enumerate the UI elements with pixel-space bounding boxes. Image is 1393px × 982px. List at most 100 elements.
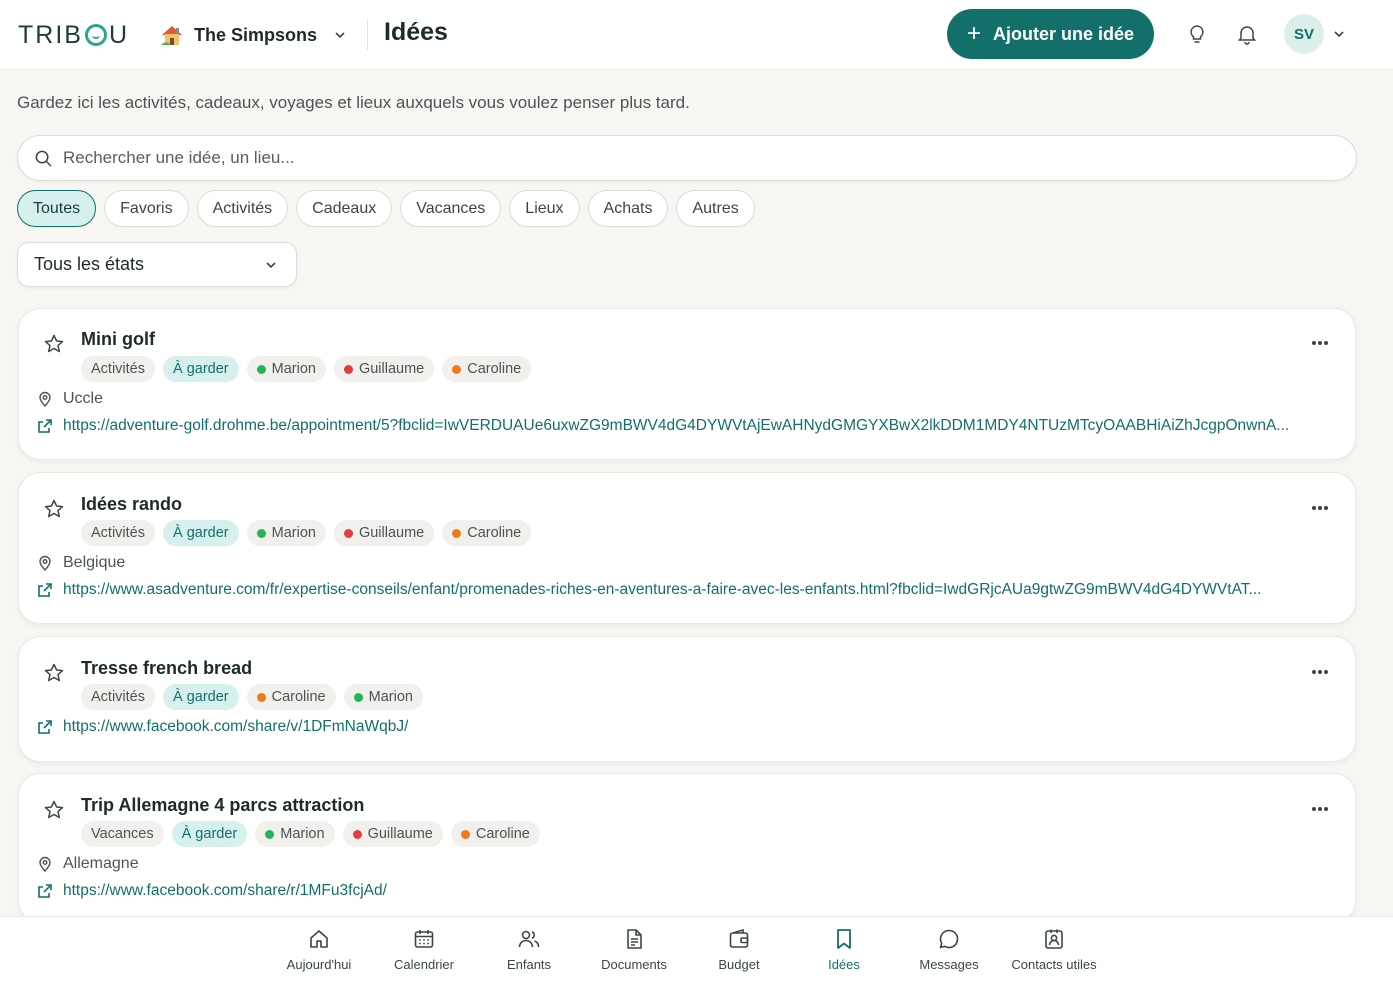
link-url: https://www.asadventure.com/fr/expertise… [63,581,1262,598]
nav-item-0[interactable]: Aujourd'hui [264,927,374,972]
star-icon[interactable] [43,662,65,684]
logo-smile-icon [84,24,107,46]
person-color-dot [343,364,353,374]
link-url: https://adventure-golf.drohme.be/appoint… [63,417,1290,434]
map-pin-icon [39,856,51,872]
person-tag: Marion [343,684,423,710]
person-name: Marion [368,689,413,705]
filter-chip-label: Activités [212,199,273,217]
person-name: Marion [271,525,316,541]
add-idea-label: Ajouter une idée [992,23,1135,44]
more-options-icon[interactable] [1311,806,1329,812]
idea-title: Idées rando [81,494,183,514]
star-icon[interactable] [43,498,65,520]
person-tag: Guillaume [333,356,435,382]
status-tag: À garder [163,684,239,710]
nav-item-3[interactable]: Documents [579,927,689,972]
page-title: Idées [384,18,448,46]
filter-chip-7[interactable]: Autres [676,190,755,227]
star-icon[interactable] [43,333,65,355]
state-filter-value: Tous les états [34,254,145,274]
family-switcher[interactable]: The Simpsons [160,22,347,48]
user-avatar[interactable]: SV [1284,14,1324,54]
map-pin-icon [39,555,51,571]
logo-text-end: U [108,20,130,49]
filter-chip-1[interactable]: Favoris [104,190,189,227]
idea-card[interactable]: Tresse french bread Activités À garder Caro… [18,636,1356,762]
filter-chip-label: Toutes [33,199,81,217]
person-tag: Marion [246,356,326,382]
filter-chip-label: Lieux [525,199,564,217]
filter-chip-2[interactable]: Activités [196,190,289,227]
nav-item-1[interactable]: Calendrier [369,927,479,972]
person-color-dot [452,528,462,538]
idea-tags: Activités À garder Marion Guillaume Caroline [81,356,532,382]
nav-item-6[interactable]: Messages [894,927,1004,972]
nav-item-7[interactable]: Contacts utiles [999,927,1109,972]
nav-item-label: Aujourd'hui [286,957,352,972]
home-icon [310,930,328,948]
filter-chip-label: Cadeaux [312,199,377,217]
idea-tags: Activités À garder Marion Guillaume Caroline [81,520,532,546]
idea-card[interactable]: Idées rando Activités À garder Marion Guilla… [18,472,1356,624]
person-name: Marion [271,361,316,377]
nav-item-2[interactable]: Enfants [474,927,584,972]
filter-chip-0[interactable]: Toutes [17,190,97,227]
filter-chip-label: Vacances [416,199,486,217]
chevron-down-icon[interactable] [1332,27,1346,41]
document-icon [627,929,642,949]
bottom-navigation: Aujourd'hui Calendrier Enfants Documents Bud… [0,916,1393,982]
person-name: Guillaume [358,525,425,541]
nav-item-label: Documents [601,957,667,972]
idea-link[interactable]: https://www.asadventure.com/fr/expertise… [37,581,1337,599]
bell-icon[interactable] [1236,23,1258,45]
person-tag: Marion [255,821,335,847]
person-color-dot [352,829,362,839]
location-text: Belgique [63,554,126,571]
person-tag: Caroline [442,520,532,546]
nav-item-4[interactable]: Budget [684,927,794,972]
idea-tags: Activités À garder Caroline Marion [81,684,423,710]
header-divider [367,20,368,50]
star-icon[interactable] [43,799,65,821]
person-name: Guillaume [367,826,433,842]
filter-chip-5[interactable]: Lieux [509,190,580,227]
nav-item-label: Idées [828,957,860,972]
users-icon [518,930,540,948]
idea-link[interactable]: https://www.facebook.com/share/r/1MFu3fc… [37,882,1337,900]
message-icon [939,929,959,949]
lightbulb-icon[interactable] [1186,23,1208,45]
search-input[interactable] [63,148,1263,168]
filter-chip-label: Achats [603,199,653,217]
idea-card[interactable]: Trip Allemagne 4 parcs attraction Vacance… [18,773,1356,923]
search-bar[interactable] [17,135,1357,181]
more-options-icon[interactable] [1311,669,1329,675]
status-tag: À garder [163,520,239,546]
idea-link[interactable]: https://www.facebook.com/share/v/1DFmNaW… [37,718,1337,736]
filter-chip-label: Autres [692,199,739,217]
more-options-icon[interactable] [1311,505,1329,511]
category-tag: Activités [81,684,155,710]
plus-icon: + [966,20,981,47]
contact-icon [1045,929,1063,949]
add-idea-button[interactable]: + Ajouter une idée [947,9,1154,59]
state-filter-select[interactable]: Tous les états [17,242,297,287]
filter-chip-6[interactable]: Achats [587,190,669,227]
app-logo[interactable]: TRIB U [18,20,129,50]
filter-chip-3[interactable]: Cadeaux [296,190,393,227]
more-options-icon[interactable] [1311,340,1329,346]
status-tag: À garder [171,821,248,847]
nav-item-label: Messages [919,957,979,972]
nav-item-label: Enfants [506,957,552,972]
wallet-icon [729,928,749,948]
idea-link[interactable]: https://adventure-golf.drohme.be/appoint… [37,417,1337,435]
idea-card[interactable]: Mini golf Activités À garder Marion Guillaum… [18,308,1356,460]
chevron-down-icon [335,32,345,39]
filter-chip-label: Favoris [120,199,173,217]
filter-chip-4[interactable]: Vacances [400,190,502,227]
person-name: Caroline [475,826,530,842]
nav-item-5[interactable]: Idées [789,927,899,972]
category-tag: Activités [81,520,155,546]
person-color-dot [343,528,353,538]
category-tag: Activités [81,356,155,382]
